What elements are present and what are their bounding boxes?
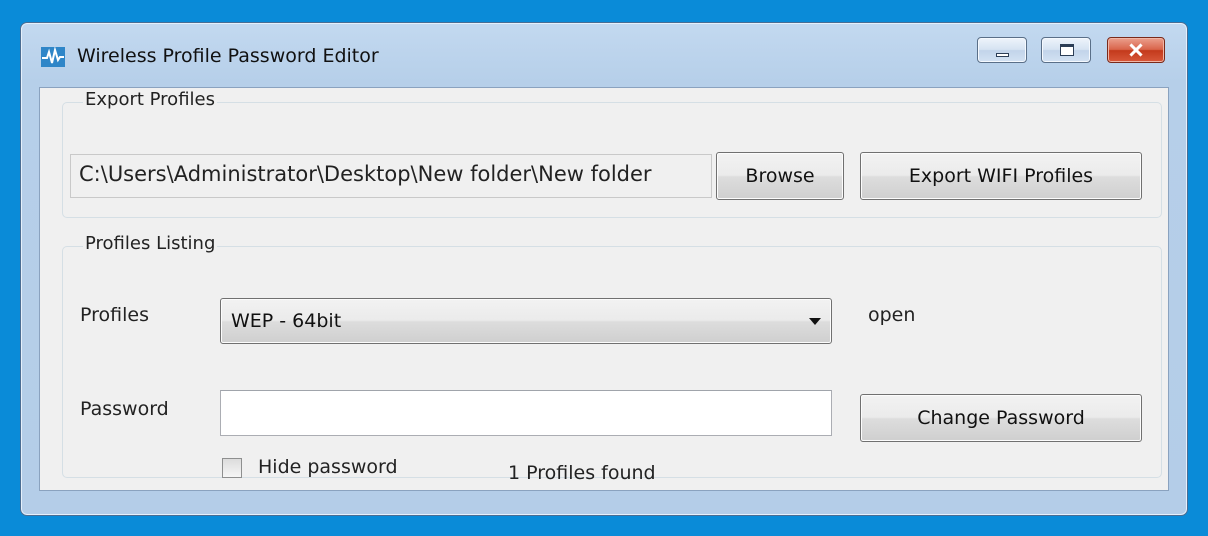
export-group-title: Export Profiles	[83, 89, 217, 110]
export-path-field[interactable]: C:\Users\Administrator\Desktop\New folde…	[70, 154, 712, 198]
minimize-button[interactable]	[977, 37, 1027, 63]
profiles-label: Profiles	[80, 304, 149, 326]
export-wifi-profiles-button[interactable]: Export WIFI Profiles	[860, 152, 1142, 200]
security-type-label: open	[868, 304, 916, 326]
minimize-icon	[996, 53, 1009, 57]
maximize-button[interactable]	[1041, 37, 1091, 63]
listing-group-title: Profiles Listing	[83, 233, 218, 254]
profiles-found-status: 1 Profiles found	[508, 462, 656, 484]
title-bar[interactable]: Wireless Profile Password Editor	[21, 23, 1187, 87]
app-window: Wireless Profile Password Editor Export …	[20, 22, 1188, 516]
chevron-down-icon[interactable]	[809, 318, 821, 325]
profiles-listing-group: Profiles Listing	[62, 233, 1162, 478]
profiles-dropdown[interactable]: WEP - 64bit	[220, 298, 832, 344]
password-label: Password	[80, 398, 169, 420]
hide-password-label[interactable]: Hide password	[258, 456, 398, 478]
window-title: Wireless Profile Password Editor	[77, 45, 379, 67]
pulse-icon	[41, 47, 65, 67]
close-icon	[1129, 43, 1143, 57]
close-button[interactable]	[1107, 37, 1165, 63]
hide-password-checkbox[interactable]	[222, 458, 242, 478]
client-area: Export Profiles C:\Users\Administrator\D…	[39, 87, 1169, 491]
maximize-icon	[1060, 44, 1074, 56]
profiles-selected-value: WEP - 64bit	[231, 310, 342, 332]
change-password-button[interactable]: Change Password	[860, 394, 1142, 442]
browse-button[interactable]: Browse	[716, 152, 844, 200]
password-input[interactable]	[220, 390, 832, 436]
